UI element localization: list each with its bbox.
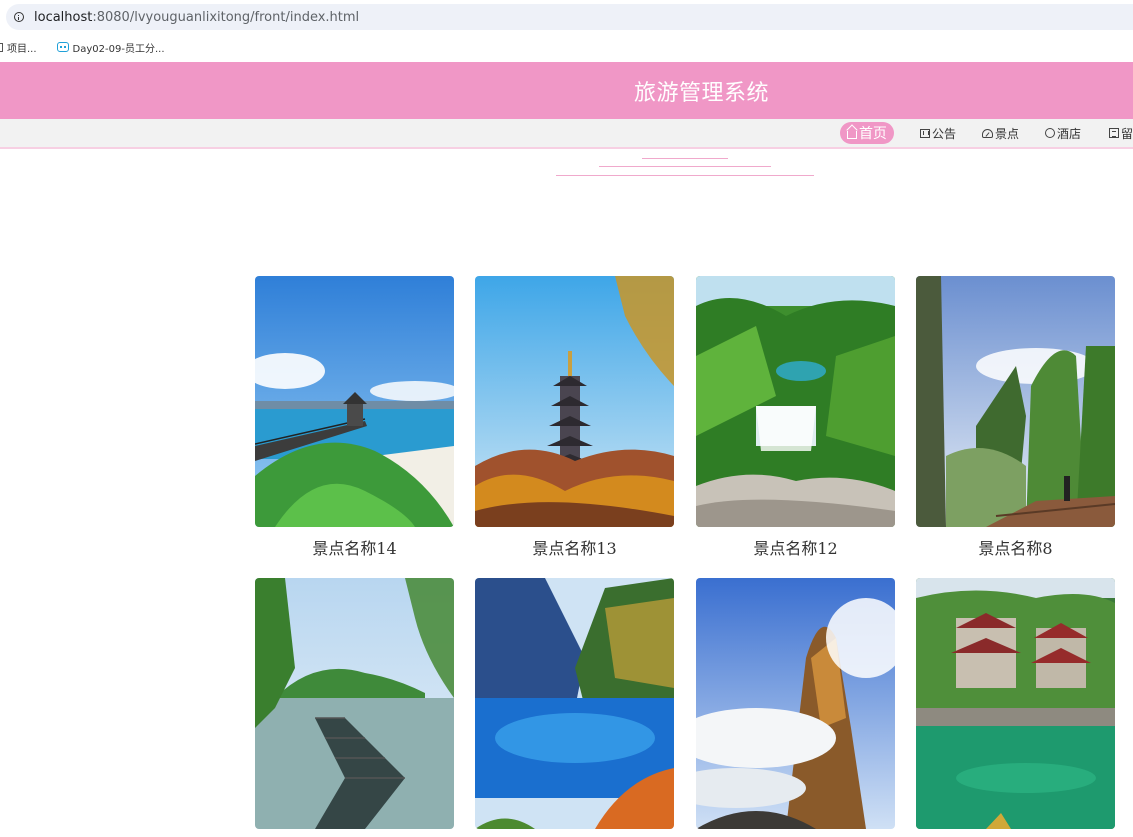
bookmark-label: 项目... bbox=[7, 43, 37, 55]
attraction-card[interactable]: 景点名称8 bbox=[916, 276, 1115, 559]
notice-icon bbox=[919, 128, 930, 138]
nav-label: 留 bbox=[1120, 126, 1133, 141]
url-host: localhost bbox=[34, 9, 93, 25]
attraction-image[interactable] bbox=[475, 276, 674, 527]
main-nav: 首页 公告 景点 酒店 留 bbox=[0, 119, 1133, 149]
decorative-line bbox=[642, 158, 728, 159]
message-icon bbox=[1108, 128, 1119, 138]
attraction-name[interactable]: 景点名称12 bbox=[696, 535, 895, 559]
nav-label: 酒店 bbox=[1056, 126, 1081, 141]
bookmark-item[interactable]: 项目... bbox=[0, 40, 37, 55]
attraction-image[interactable] bbox=[916, 276, 1115, 527]
attraction-image[interactable] bbox=[255, 276, 454, 527]
attraction-card[interactable] bbox=[475, 578, 674, 837]
bookmark-item[interactable]: Day02-09-员工分... bbox=[37, 40, 165, 55]
attraction-name[interactable]: 景点名称13 bbox=[475, 535, 674, 559]
nav-label: 景点 bbox=[994, 126, 1019, 141]
nav-item-hotels[interactable]: 酒店 bbox=[1044, 122, 1081, 144]
home-icon bbox=[846, 130, 857, 139]
attraction-name[interactable]: 景点名称8 bbox=[916, 535, 1115, 559]
attraction-image[interactable] bbox=[696, 578, 895, 829]
site-title: 旅游管理系统 bbox=[633, 80, 769, 106]
bilibili-icon bbox=[56, 42, 69, 52]
folder-icon bbox=[0, 42, 3, 52]
nav-item-home[interactable]: 首页 bbox=[839, 122, 894, 144]
site-header: 旅游管理系统 bbox=[0, 62, 1133, 119]
bookmark-label: Day02-09-员工分... bbox=[72, 43, 165, 55]
decorative-line bbox=[556, 175, 814, 176]
attraction-name[interactable]: 景点名称14 bbox=[255, 535, 454, 559]
attraction-image[interactable] bbox=[696, 276, 895, 527]
bookmarks-bar: 项目... Day02-09-员工分... bbox=[0, 33, 1133, 61]
nav-label: 首页 bbox=[858, 126, 887, 142]
address-bar[interactable]: localhost:8080/lvyouguanlixitong/front/i… bbox=[6, 4, 1133, 30]
attraction-image[interactable] bbox=[475, 578, 674, 829]
nav-item-attractions[interactable]: 景点 bbox=[981, 122, 1019, 144]
url-text[interactable]: localhost:8080/lvyouguanlixitong/front/i… bbox=[34, 10, 359, 25]
attraction-image[interactable] bbox=[255, 578, 454, 829]
attraction-image[interactable] bbox=[916, 578, 1115, 829]
info-icon[interactable] bbox=[14, 12, 24, 22]
attraction-card[interactable]: 景点名称12 bbox=[696, 276, 895, 559]
url-path: :8080/lvyouguanlixitong/front/index.html bbox=[92, 9, 360, 25]
nav-item-messages[interactable]: 留 bbox=[1108, 122, 1133, 144]
ring-icon bbox=[1044, 128, 1055, 138]
decorative-line bbox=[599, 166, 771, 167]
browser-address-row: localhost:8080/lvyouguanlixitong/front/i… bbox=[0, 0, 1133, 33]
nav-label: 公告 bbox=[931, 126, 956, 141]
attraction-card[interactable]: 景点名称13 bbox=[475, 276, 674, 559]
gauge-icon bbox=[981, 128, 993, 138]
attraction-card[interactable] bbox=[255, 578, 454, 837]
attraction-card[interactable] bbox=[696, 578, 895, 837]
attraction-card[interactable]: 景点名称14 bbox=[255, 276, 454, 559]
attraction-card[interactable] bbox=[916, 578, 1115, 837]
nav-item-notice[interactable]: 公告 bbox=[919, 122, 956, 144]
